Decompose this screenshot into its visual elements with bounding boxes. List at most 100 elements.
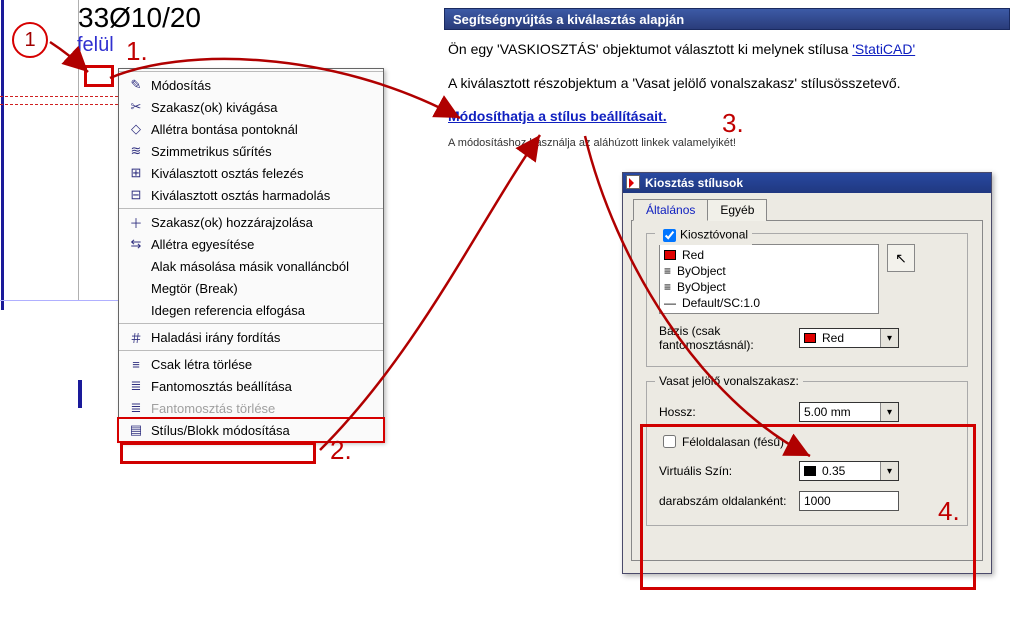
chk-feloldalasan[interactable] [663,435,676,448]
pick-button[interactable]: ↖ [887,244,915,272]
list-row[interactable]: Red [664,247,874,263]
densify-icon: ≋ [125,143,147,159]
dialog-tabs: Általános Egyéb [633,199,985,221]
menu-separator [119,71,383,72]
combo-length[interactable]: 5.00 mm ▾ [799,402,899,422]
drawing-dashed2 [0,104,118,105]
styles-dialog: Kiosztás stílusok Általános Egyéb Kioszt… [622,172,992,574]
menu-harmadolas[interactable]: ⊟Kiválasztott osztás harmadolás [119,184,383,206]
menu-separator [119,323,383,324]
chk-kiosztovonal[interactable] [663,229,676,242]
menu-item-label: Szakasz(ok) hozzárajzolása [151,215,313,230]
list-value: ByObject [677,264,726,278]
byobject-icon: ≡ [664,264,671,278]
list-value: Red [682,248,704,262]
halve-icon: ⊞ [125,165,147,181]
help-line2: A kiválasztott részobjektum a 'Vasat jel… [448,72,1006,94]
chevron-down-icon: ▾ [880,462,898,480]
menu-item-label: Megtör (Break) [151,281,238,296]
byobject-icon: ≡ [664,280,671,294]
combo-vcolor[interactable]: 0.35 ▾ [799,461,899,481]
menu-megtor[interactable]: Megtör (Break) [119,277,383,299]
step-num-4: 4. [938,496,960,527]
step-num-1dot: 1. [126,36,148,67]
style-icon: ▤ [125,422,147,438]
menu-fantom-beallit[interactable]: ≣Fantomosztás beállítása [119,375,383,397]
menu-felezes[interactable]: ⊞Kiválasztott osztás felezés [119,162,383,184]
step-num-3: 3. [722,108,744,139]
menu-item-label: Fantomosztás törlése [151,401,275,416]
help-link-modify[interactable]: Módosíthatja a stílus beállításait. [448,108,667,124]
dialog-title-text: Kiosztás stílusok [645,176,743,190]
drawing-dashed [0,96,118,97]
menu-item-label: Módosítás [151,78,211,93]
dialog-titlebar: Kiosztás stílusok [623,173,991,193]
menu-haladasi-irany[interactable]: ＃Haladási irány fordítás [119,326,383,348]
menu-item-label: Stílus/Blokk módosítása [151,423,290,438]
list-row[interactable]: ≡ ByObject [664,263,874,279]
drawing-bluebar [78,380,82,408]
merge-icon: ⇆ [125,236,147,252]
phantom-set-icon: ≣ [125,378,147,394]
line-properties-list[interactable]: Red ≡ ByObject ≡ ByObject — Default/SC:1.0 [659,244,879,314]
cursor-icon: ↖ [895,250,907,266]
menu-item-label: Csak létra törlése [151,357,252,372]
phantom-del-icon: ≣ [125,400,147,416]
help-line1-text: Ön egy 'VASKIOSZTÁS' objektumot választo… [448,41,852,57]
combo-value: 0.35 [822,464,845,478]
menu-csak-letra-torlese[interactable]: ≡ Csak létra törlése [119,353,383,375]
list-value: Default/SC:1.0 [682,296,760,310]
menu-modositas[interactable]: ✎ Módosítás [119,74,383,96]
group-label-text: Kiosztóvonal [680,228,748,242]
tab-egyeb[interactable]: Egyéb [707,199,767,221]
group-label-kiosztovonal: Kiosztóvonal [655,226,752,245]
red-frame-step1-target [84,65,114,87]
app-icon [626,175,640,189]
list-row[interactable]: — Default/SC:1.0 [664,295,874,311]
field-count: darabszám oldalanként: [659,491,955,511]
list-row[interactable]: ≡ ByObject [664,279,874,295]
pencil-icon: ✎ [125,77,147,93]
menu-szakasz-kivagasa[interactable]: ✂Szakasz(ok) kivágása [119,96,383,118]
tab-panel-general: Kiosztóvonal Red ≡ ByObject ≡ ByObject — De… [631,220,983,561]
menu-item-label: Allétra bontása pontoknál [151,122,298,137]
combo-value: 5.00 mm [804,405,851,419]
menu-separator [119,350,383,351]
swatch-red [804,333,816,343]
input-count[interactable] [799,491,899,511]
red-frame-menuitem [120,442,316,464]
menu-separator [119,208,383,209]
context-menu: ✎ Módosítás ✂Szakasz(ok) kivágása ◇ Allétr… [118,68,384,442]
menu-szim-sirites[interactable]: ≋ Szimmetrikus sűrítés [119,140,383,162]
help-header: Segítségnyújtás a kiválasztás alapján [444,8,1010,30]
menu-hozzajrajzolasa[interactable]: ＋Szakasz(ok) hozzárajzolása [119,211,383,233]
count-label: darabszám oldalanként: [659,494,799,508]
combo-basis[interactable]: Red ▾ [799,328,899,348]
menu-alletra-bontasa[interactable]: ◇ Allétra bontása pontoknál [119,118,383,140]
help-line1: Ön egy 'VASKIOSZTÁS' objektumot választo… [448,38,1006,60]
third-icon: ⊟ [125,187,147,203]
combo-value: Red [822,331,844,345]
menu-alletra-egyesites[interactable]: ⇆ Allétra egyesítése [119,233,383,255]
menu-alak-masolasa[interactable]: Alak másolása másik vonalláncból [119,255,383,277]
swatch-black [804,466,816,476]
list-value: ByObject [677,280,726,294]
split-icon: ◇ [125,121,147,137]
tab-altalanos[interactable]: Általános [633,199,708,221]
delete-ladder-icon: ≡ [125,357,147,372]
vcolor-label: Virtuális Szín: [659,464,799,478]
chevron-down-icon: ▾ [880,403,898,421]
field-basis: Bázis (csak fantomosztásnál): Red ▾ [659,324,955,352]
group-kiosztovonal: Kiosztóvonal Red ≡ByObject ≡ByObject —De… [646,233,968,367]
menu-idegen-ref[interactable]: Idegen referencia elfogása [119,299,383,321]
menu-item-label: Szimmetrikus sűrítés [151,144,272,159]
help-link-staticad[interactable]: 'StatiCAD' [852,41,915,57]
chevron-down-icon: ▾ [880,329,898,347]
rebar-label: 33Ø10/20 [78,2,201,34]
felul-label: felül [77,34,114,57]
drawing-hline [0,300,120,301]
menu-fantom-torles: ≣ Fantomosztás törlése [119,397,383,419]
length-label: Hossz: [659,405,799,419]
menu-item-label: Allétra egyesítése [151,237,254,252]
default-icon: — [664,296,676,310]
